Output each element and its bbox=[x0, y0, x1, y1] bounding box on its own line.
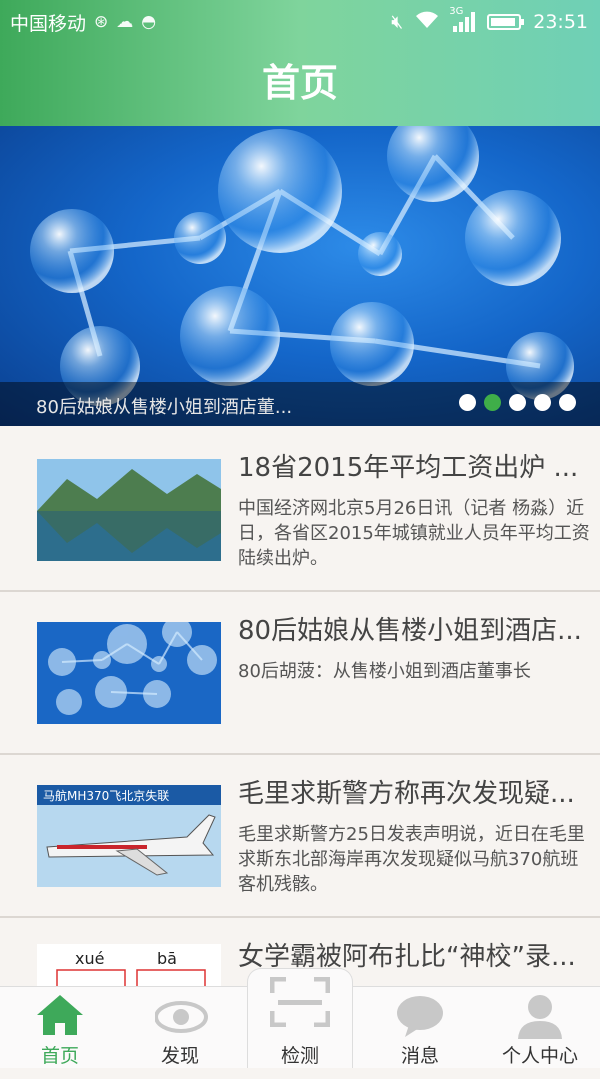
carousel-dot[interactable] bbox=[509, 394, 526, 411]
carrier-label: 中国移动 bbox=[10, 12, 87, 35]
tab-home[interactable]: 首页 bbox=[0, 987, 120, 1068]
carousel-indicator bbox=[459, 394, 576, 411]
status-bar: 中国移动 ⊛ ☁ ◓ 🔇︎ 3G 23:51 bbox=[0, 0, 600, 44]
android-icon: ◓ bbox=[141, 12, 157, 32]
thumb-pinyin-2: bā bbox=[157, 949, 177, 968]
notification-icon: ⊛ bbox=[94, 12, 109, 32]
mute-icon: 🔇︎ bbox=[391, 11, 404, 33]
news-title: 80后姑娘从售楼小姐到酒店... bbox=[238, 616, 582, 646]
news-thumbnail: 马航MH370飞北京失联 bbox=[37, 785, 221, 887]
news-title: 18省2015年平均工资出炉 ... bbox=[238, 453, 579, 483]
news-item[interactable]: 18省2015年平均工资出炉 ... 中国经济网北京5月26日讯（记者 杨淼）近… bbox=[0, 429, 600, 592]
chat-icon bbox=[397, 996, 443, 1037]
news-summary: 中国经济网北京5月26日讯（记者 杨淼）近日，各省区2015年城镇就业人员年平均… bbox=[238, 498, 590, 569]
home-icon bbox=[37, 995, 83, 1035]
thumb-pinyin-1: xué bbox=[75, 949, 104, 968]
carousel-dot-active[interactable] bbox=[484, 394, 501, 411]
wifi-icon bbox=[415, 11, 439, 34]
news-item[interactable]: 马航MH370飞北京失联 毛里求斯警方称再次发现疑... 毛里求斯警方25日发表… bbox=[0, 755, 600, 918]
tab-scan[interactable]: 检测 bbox=[247, 968, 353, 1068]
eye-icon bbox=[155, 1001, 208, 1033]
tab-profile[interactable]: 个人中心 bbox=[480, 987, 600, 1068]
network-type: 3G bbox=[449, 6, 464, 17]
banner-caption-bar: 80后姑娘从售楼小姐到酒店董... bbox=[0, 382, 600, 426]
thumb-headline: 马航MH370飞北京失联 bbox=[43, 788, 169, 803]
carousel-dot[interactable] bbox=[459, 394, 476, 411]
news-summary: 毛里求斯警方25日发表声明说，近日在毛里求斯东北部海岸再次发现疑似马航370航班… bbox=[238, 824, 585, 895]
tab-label: 检测 bbox=[280, 1045, 319, 1067]
news-thumbnail bbox=[37, 459, 221, 561]
clock: 23:51 bbox=[533, 11, 588, 33]
battery-icon bbox=[487, 14, 525, 30]
tab-label: 消息 bbox=[400, 1045, 439, 1067]
banner-image bbox=[30, 126, 574, 406]
scan-icon bbox=[270, 977, 330, 1027]
signal-icon: 3G bbox=[449, 6, 476, 32]
news-thumbnail bbox=[37, 622, 221, 724]
cloud-icon: ☁ bbox=[116, 12, 134, 32]
news-summary: 80后胡菠：从售楼小姐到酒店董事长 bbox=[238, 661, 531, 682]
news-title: 毛里求斯警方称再次发现疑... bbox=[238, 779, 575, 809]
tab-label: 个人中心 bbox=[501, 1045, 578, 1067]
tab-label: 首页 bbox=[40, 1045, 79, 1067]
tab-discover[interactable]: 发现 bbox=[120, 987, 240, 1068]
carousel-dot[interactable] bbox=[534, 394, 551, 411]
carousel-dot[interactable] bbox=[559, 394, 576, 411]
page-title: 首页 bbox=[261, 61, 338, 105]
banner-carousel[interactable]: 80后姑娘从售楼小姐到酒店董... bbox=[0, 126, 600, 426]
person-icon bbox=[518, 995, 562, 1039]
banner-caption: 80后姑娘从售楼小姐到酒店董... bbox=[36, 397, 293, 418]
tab-messages[interactable]: 消息 bbox=[360, 987, 480, 1068]
tab-label: 发现 bbox=[160, 1045, 199, 1067]
news-item[interactable]: 80后姑娘从售楼小姐到酒店... 80后胡菠：从售楼小姐到酒店董事长 bbox=[0, 592, 600, 755]
